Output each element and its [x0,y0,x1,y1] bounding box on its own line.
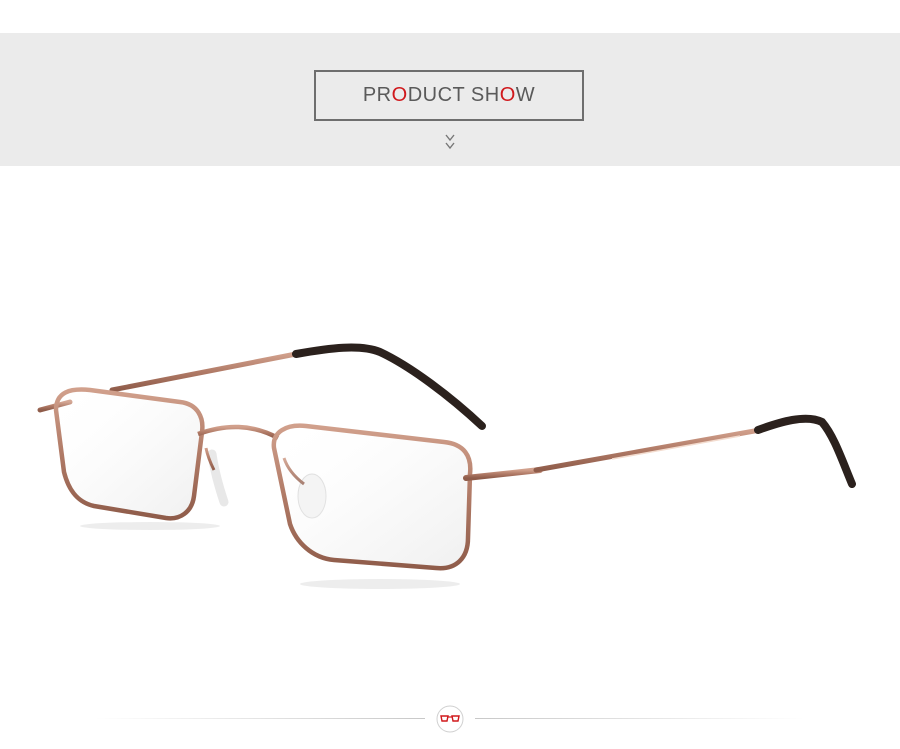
right-hinge [463,467,543,481]
far-temple-tip [292,343,486,430]
title-accent-letter: O [391,84,408,106]
footer-divider-right [475,718,805,719]
near-temple-highlight [611,435,741,460]
header-band: PR O DUCT SH O W [0,33,900,166]
title-part: W [515,84,536,106]
shadow [80,522,220,530]
eyeglasses-image [37,343,856,589]
double-chevron-down-icon [445,134,455,150]
nose-pad-left [207,449,229,507]
near-temple [533,427,763,473]
title-part: PR [362,84,392,106]
footer-divider-left [95,718,425,719]
bridge [197,424,280,440]
far-temple [109,351,299,393]
near-temple-tip [754,414,856,488]
shadow [300,579,460,589]
title-accent-letter: O [499,84,516,106]
section-title: PR O DUCT SH O W [314,70,584,121]
title-part: DUCT SH [407,84,500,106]
glasses-logo-icon [436,705,464,733]
